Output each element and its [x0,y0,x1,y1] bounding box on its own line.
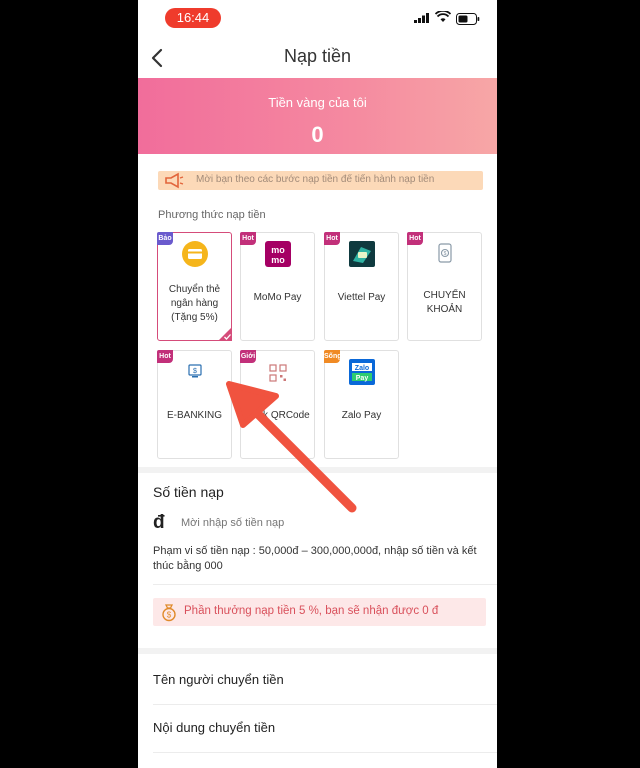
methods-label: Phương thức nạp tiền [158,209,266,221]
currency-symbol: đ [153,512,165,533]
badge: Sống [324,350,342,363]
viettel-pay-icon [349,241,375,267]
svg-text:mo: mo [271,245,285,255]
section-divider [138,648,497,654]
method-momo-card[interactable]: Hot mo mo MoMo Pay [240,232,315,341]
status-time: 16:44 [165,8,221,28]
card-label: E-BANKING [166,410,222,421]
page-title: Nạp tiền [283,46,352,66]
method-bank-transfer-card[interactable]: Bảo Chuyển thẻ ngân hàng (Tặng 5%) [157,232,232,341]
badge: Hot [324,232,340,245]
svg-text:Pay: Pay [356,375,369,382]
badge: Bảo [157,232,173,245]
qr-code-icon [269,364,287,382]
section-divider [138,467,497,473]
method-bank-account-card[interactable]: Hot $ CHUYỂN KHOẢN [407,232,482,341]
bonus-text: Phần thưởng nạp tiền 5 %, bạn sẽ nhận đư… [184,605,439,617]
badge: Giới [240,350,256,363]
card-label: Bank QRCode [245,410,310,421]
sender-name-field[interactable]: Tên người chuyển tiền [153,672,284,687]
momo-icon: mo mo [265,241,291,267]
badge: Hot [407,232,423,245]
transfer-content-field[interactable]: Nội dung chuyển tiền [153,720,275,735]
battery-icon [456,13,480,25]
signal-icon [414,13,429,23]
amount-title: Số tiền nạp [153,484,224,500]
balance-value: 0 [311,122,324,147]
method-ebanking-card[interactable]: Hot $ E-BANKING [157,350,232,459]
wifi-icon [435,11,451,22]
card-label: Viettel Pay [337,292,386,303]
card-label: Zalo Pay [341,410,382,421]
nav-bar: Nạp tiền [138,38,497,78]
method-bank-qrcode-card[interactable]: Giới Bank QRCode [240,350,315,459]
svg-text:$: $ [444,251,447,257]
method-viettel-card[interactable]: Hot Viettel Pay [324,232,399,341]
card-label: CHUYỂN KHOẢN [423,290,466,315]
card-icon [182,241,208,267]
phone-screen: 16:44 Nạp tiền Tiền vàng của tôi 0 Mời b… [138,0,497,768]
money-bag-icon: $ [162,604,176,622]
amount-input[interactable] [181,517,471,529]
divider [153,704,497,705]
svg-text:$: $ [193,368,197,375]
notice-bar: Mời bạn theo các bước nạp tiền để tiến h… [158,171,483,190]
status-bar: 16:44 [138,0,497,38]
megaphone-icon [165,172,184,189]
bonus-bar: $ Phần thưởng nạp tiền 5 %, bạn sẽ nhận … [153,598,486,626]
zalo-pay-icon: Zalo Pay [349,359,375,385]
badge: Hot [240,232,256,245]
divider [153,752,497,753]
card-label: MoMo Pay [253,292,302,303]
badge: Hot [157,350,173,363]
svg-text:mo: mo [271,255,285,265]
selected-check-icon [218,327,232,341]
balance-banner: Tiền vàng của tôi 0 [138,78,497,154]
divider [153,584,497,585]
card-label: Chuyển thẻ ngân hàng (Tặng 5%) [168,284,221,323]
svg-text:$: $ [167,611,172,620]
svg-text:Zalo: Zalo [355,365,369,372]
transfer-icon: $ [438,243,452,263]
method-zalo-card[interactable]: Sống Zalo Pay Zalo Pay [324,350,399,459]
notice-text: Mời bạn theo các bước nạp tiền để tiến h… [196,174,435,185]
balance-label: Tiền vàng của tôi [268,95,367,110]
amount-range-hint: Phạm vi số tiền nạp : 50,000đ – 300,000,… [153,545,477,572]
computer-icon: $ [188,364,202,378]
